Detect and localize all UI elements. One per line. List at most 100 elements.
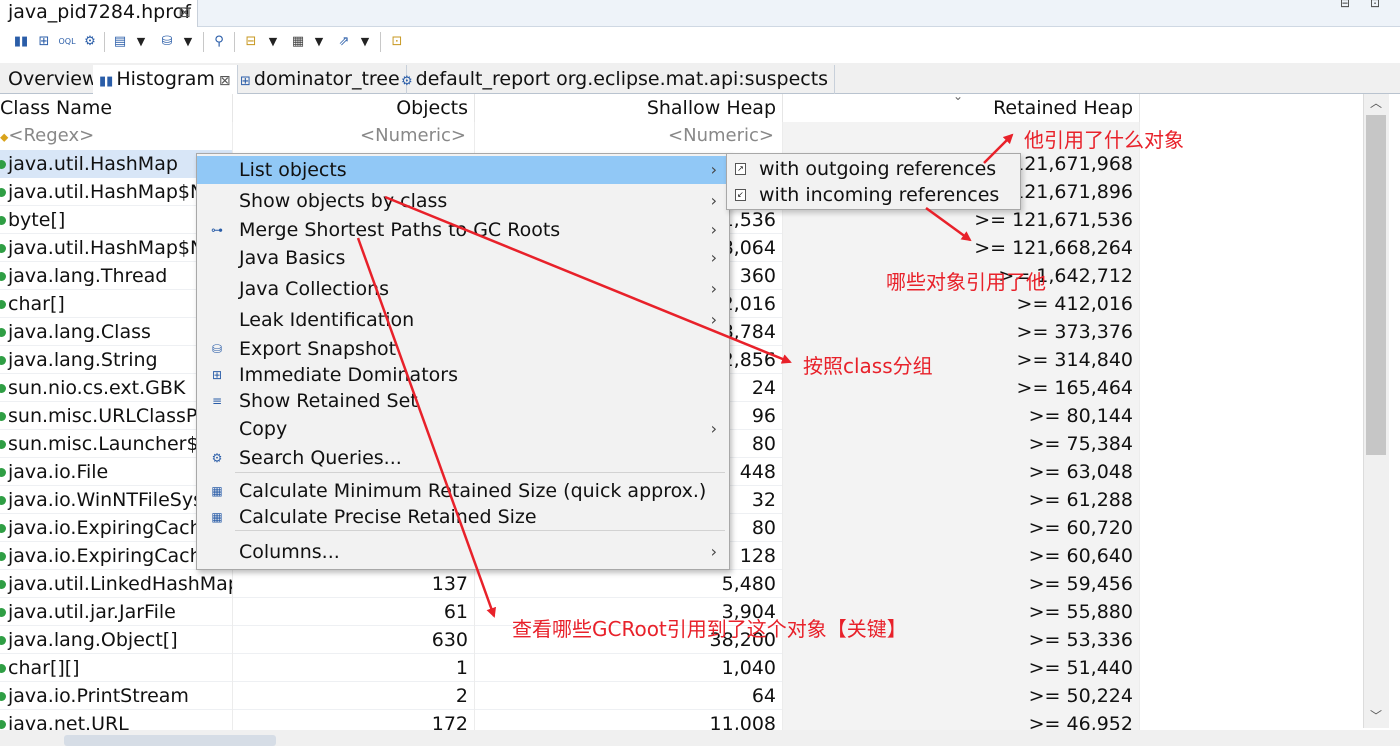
menu-item-incoming-references[interactable]: ↙ with incoming references — [727, 182, 1020, 208]
menu-item-search-queries[interactable]: ⚙ Search Queries... — [197, 444, 729, 472]
menu-item-label: Calculate Precise Retained Size — [239, 506, 537, 528]
restore-icon[interactable]: ⊟ — [1340, 0, 1350, 10]
annotation-gc-root-note: 查看哪些GCRoot引用到了这个对象【关键】 — [512, 617, 907, 641]
chevron-down-icon[interactable]: ▼ — [268, 33, 278, 51]
retained-heap-cell: >= 63,048 — [783, 458, 1140, 486]
class-name-text: java.util.HashMap — [8, 153, 178, 175]
tab-dominator-tree-label: dominator_tree — [253, 68, 400, 90]
menu-item-immediate-dominators[interactable]: ⊞ Immediate Dominators — [197, 361, 729, 389]
calculator-icon: ▦ — [211, 484, 223, 498]
report-icon: ⚙ — [401, 74, 413, 89]
menu-item-label: List objects — [239, 159, 347, 181]
horizontal-scrollbar-thumb[interactable] — [64, 735, 276, 746]
chevron-down-icon[interactable]: ▼ — [314, 33, 324, 51]
retained-heap-cell: >= 75,384 — [783, 430, 1140, 458]
histogram-icon[interactable]: ▮▮ — [12, 33, 30, 51]
menu-item-export-snapshot[interactable]: ⛁ Export Snapshot — [197, 335, 729, 363]
tab-dominator-tree[interactable]: ⊞ dominator_tree — [234, 65, 407, 94]
column-header-shallow-heap[interactable]: Shallow Heap — [475, 94, 783, 122]
column-header-retained-heap-label: Retained Heap — [993, 97, 1133, 119]
chevron-down-icon[interactable]: ▼ — [136, 33, 146, 51]
menu-item-label: Export Snapshot — [239, 338, 397, 360]
column-header-class-name[interactable]: Class Name — [0, 94, 233, 122]
menu-item-label: Merge Shortest Paths to GC Roots — [239, 219, 561, 241]
query-browser-icon[interactable]: ⛁ — [158, 33, 176, 51]
menu-item-show-objects-by-class[interactable]: Show objects by class › — [197, 187, 729, 215]
group-by-icon[interactable]: ⊟ — [242, 33, 260, 51]
class-name-text: java.util.HashMap$Nc — [8, 181, 215, 203]
window-controls: ⊟ ⊡ — [1340, 0, 1400, 16]
class-icon — [0, 243, 6, 253]
menu-item-java-collections[interactable]: Java Collections › — [197, 275, 729, 303]
menu-item-label: Show Retained Set — [239, 390, 418, 412]
sort-descending-icon: ⌄ — [953, 94, 964, 103]
export-icon[interactable]: ⇗ — [335, 33, 353, 51]
filter-objects[interactable]: <Numeric> — [233, 122, 475, 150]
editor-tab-hprof[interactable]: java_pid7284.hprof ⊠ — [0, 0, 198, 27]
heap-dump-overview-icon[interactable]: ⚙ — [81, 33, 99, 51]
filter-shallow-heap[interactable]: <Numeric> — [475, 122, 783, 150]
menu-item-label: Java Collections — [239, 278, 390, 300]
dominator-tree-icon[interactable]: ⊞ — [35, 33, 53, 51]
menu-item-calculate-minimum-retained-size-quick-approx[interactable]: ▦ Calculate Minimum Retained Size (quick … — [197, 477, 729, 505]
class-icon — [0, 355, 6, 365]
class-name-text: java.util.jar.JarFile — [8, 601, 176, 623]
menu-item-java-basics[interactable]: Java Basics › — [197, 244, 729, 272]
table-row[interactable]: java.io.PrintStream 2 64 >= 50,224 — [0, 682, 1140, 710]
filter-class-name[interactable]: ⬥<Regex> — [0, 122, 233, 150]
column-header-retained-heap[interactable]: ⌄ Retained Heap — [783, 94, 1140, 122]
class-name-cell: java.lang.Object[] — [0, 626, 233, 654]
tab-histogram[interactable]: ▮▮ Histogram ⊠ — [93, 65, 238, 94]
menu-item-copy[interactable]: Copy › — [197, 415, 729, 443]
editor-tab-close-icon[interactable]: ⊠ — [178, 0, 191, 25]
class-icon — [0, 635, 6, 645]
retained-heap-cell: >= 59,456 — [783, 570, 1140, 598]
chevron-right-icon: › — [710, 191, 717, 210]
context-menu: List objects › Show objects by class › ⊶ Merg… — [196, 153, 730, 570]
table-row[interactable]: char[][] 1 1,040 >= 51,440 — [0, 654, 1140, 682]
tab-default-report[interactable]: ⚙ default_report org.eclipse.mat.api:susp… — [395, 65, 836, 94]
chevron-right-icon: › — [710, 310, 717, 329]
retained-heap-cell: >= 373,376 — [783, 318, 1140, 346]
class-name-text: java.lang.Object[] — [8, 629, 178, 651]
compare-icon[interactable]: ⊡ — [388, 33, 406, 51]
table-empty-area — [1140, 94, 1363, 746]
vertical-scrollbar-thumb[interactable] — [1366, 115, 1386, 455]
class-name-text: java.io.ExpiringCache — [8, 517, 214, 539]
menu-item-columns[interactable]: Columns... › — [197, 538, 729, 566]
chevron-down-icon[interactable]: ▼ — [183, 33, 193, 51]
chevron-down-icon[interactable]: ▼ — [360, 33, 370, 51]
histogram-icon: ▮▮ — [99, 74, 114, 89]
class-icon — [0, 383, 6, 393]
retained-heap-cell: >= 121,671,536 — [783, 206, 1140, 234]
search-icon[interactable]: ⚲ — [210, 33, 228, 51]
chevron-right-icon: › — [710, 542, 717, 561]
menu-item-leak-identification[interactable]: Leak Identification › — [197, 306, 729, 334]
oql-icon[interactable]: OQL — [58, 33, 76, 51]
table-row[interactable]: java.util.LinkedHashMap...1375,480>= 59,… — [0, 570, 1140, 598]
objects-cell: 2 — [233, 682, 475, 710]
chevron-right-icon: › — [710, 419, 717, 438]
run-report-icon[interactable]: ▤ — [111, 33, 129, 51]
scroll-down-icon[interactable]: ﹀ — [1363, 707, 1389, 727]
class-name-text: byte[] — [8, 209, 66, 231]
tab-histogram-label: Histogram — [116, 68, 215, 90]
menu-item-merge-shortest-paths-to-gc-roots[interactable]: ⊶ Merge Shortest Paths to GC Roots › — [197, 216, 729, 244]
scroll-up-icon[interactable]: ︿ — [1363, 94, 1389, 114]
tab-overview-label: Overview — [8, 68, 98, 90]
column-header-objects[interactable]: Objects — [233, 94, 475, 122]
dominators-icon: ⊞ — [211, 368, 223, 382]
menu-item-outgoing-references[interactable]: ↗ with outgoing references — [727, 156, 1020, 182]
class-icon — [0, 551, 6, 561]
class-name-cell: char[][] — [0, 654, 233, 682]
calculator-icon[interactable]: ▦ — [289, 33, 307, 51]
menu-item-list-objects[interactable]: List objects › — [197, 156, 729, 184]
menu-item-show-retained-set[interactable]: ≡ Show Retained Set — [197, 387, 729, 415]
menu-item-calculate-precise-retained-size[interactable]: ▦ Calculate Precise Retained Size — [197, 503, 729, 531]
tab-close-icon[interactable]: ⊠ — [219, 73, 231, 89]
search-queries-icon: ⚙ — [211, 451, 223, 465]
class-icon — [0, 299, 6, 309]
maximize-icon[interactable]: ⊡ — [1370, 0, 1380, 10]
tab-overview[interactable]: Overview — [2, 65, 105, 94]
class-icon — [0, 495, 6, 505]
